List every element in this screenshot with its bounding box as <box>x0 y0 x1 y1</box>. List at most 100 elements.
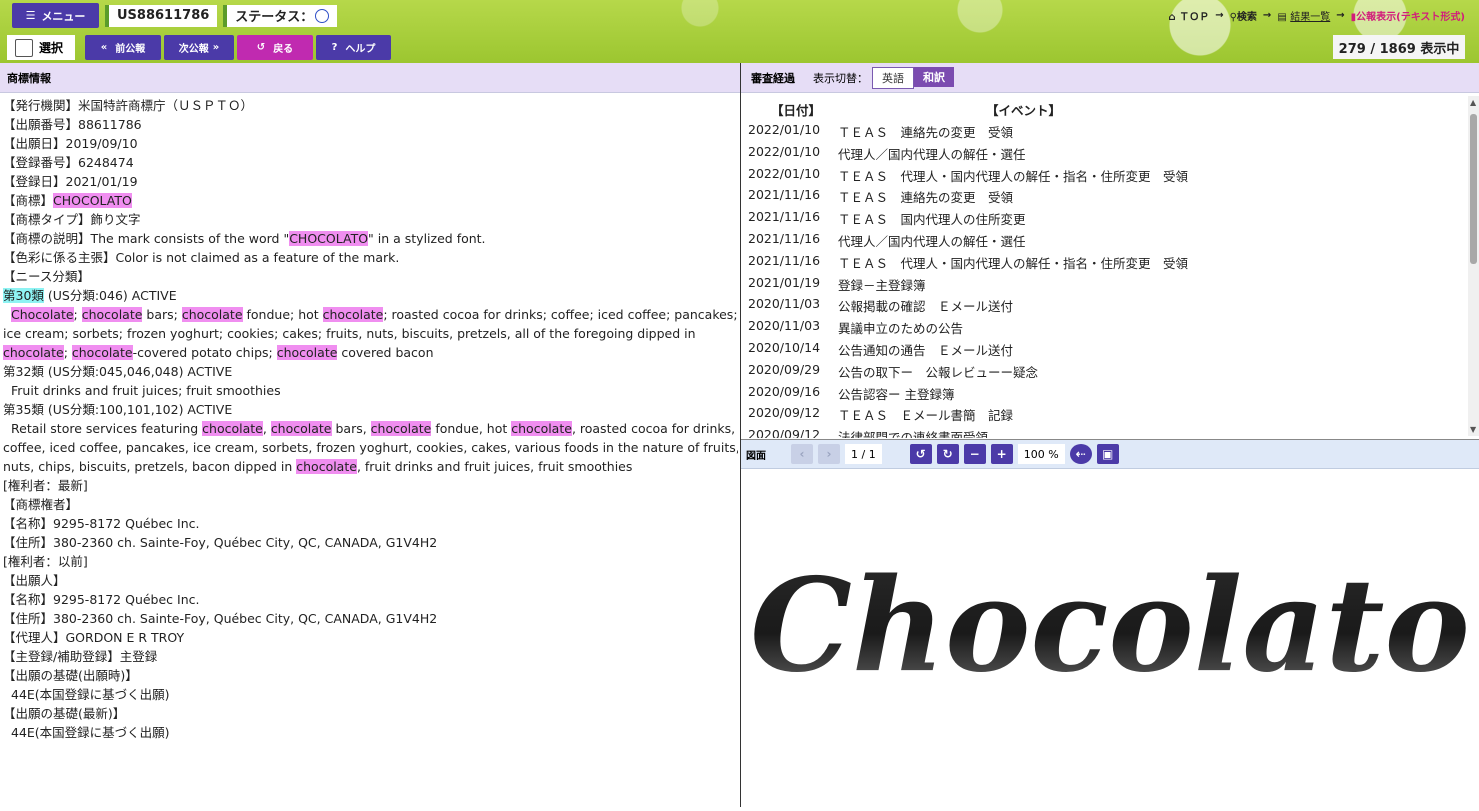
help-button[interactable]: ? ヘルプ <box>316 35 391 60</box>
history-row: 2022/01/10 ＴＥＡＳ 連絡先の変更 受領 <box>748 122 1013 141</box>
history-date: 2021/11/16 <box>748 209 821 225</box>
lang-ja-button[interactable]: 和訳 <box>914 66 954 87</box>
top-bar: ☰ メニュー US88611786 ステータス： ⌂ ＴＯＰ → ⚲検索 → ▤ … <box>0 0 1479 63</box>
info-line: 【登録日】2021/01/19 <box>3 174 138 189</box>
select-label: 選択 <box>39 41 64 55</box>
help-label: ヘルプ <box>345 44 376 55</box>
breadcrumb-search-label: 検索 <box>1236 12 1257 23</box>
menu-button[interactable]: ☰ メニュー <box>12 3 99 28</box>
select-checkbox[interactable]: 選択 <box>7 35 75 60</box>
next-button[interactable]: 次公報» <box>164 35 234 60</box>
history-date: 2022/01/10 <box>748 165 821 181</box>
prev-page-icon[interactable]: ‹ <box>791 444 813 464</box>
breadcrumb-search[interactable]: ⚲検索 <box>1230 8 1257 23</box>
breadcrumb-current-label: 公報表示(テキスト形式) <box>1356 12 1465 23</box>
history-date: 2020/09/29 <box>748 361 821 377</box>
trademark-info: 【発行機関】米国特許商標庁（ＵＳＰＴＯ） 【出願番号】88611786 【出願日】2… <box>0 96 738 807</box>
search-icon: ⚲ <box>1229 12 1237 23</box>
breadcrumb-current: ▮公報表示(テキスト形式) <box>1351 8 1465 23</box>
arrow-icon: → <box>1262 10 1272 21</box>
next-label: 次公報 <box>178 44 209 55</box>
breadcrumb-results[interactable]: ▤ 結果一覧 <box>1277 8 1330 23</box>
info-line: Fruit drinks and fruit juices; fruit smo… <box>11 383 281 398</box>
page-indicator: 1 / 1 <box>845 444 882 464</box>
history-event: ＴＥＡＳ 国内代理人の住所変更 <box>838 212 1026 228</box>
image-icon[interactable]: ▣ <box>1096 444 1119 464</box>
prev-label: 前公報 <box>115 44 146 55</box>
trademark-image: Chocolato <box>741 470 1479 807</box>
doc-id: US88611786 <box>117 8 210 23</box>
history-event: 公報掲載の確認 Ｅメール送付 <box>838 299 1014 315</box>
history-date: 2022/01/10 <box>748 143 821 159</box>
history-row: 2021/11/16 ＴＥＡＳ 代理人・国内代理人の解任・指名・住所変更 受領 <box>748 253 1188 272</box>
info-line: nuts, chips, biscuits, pretzels, bacon d… <box>3 459 633 474</box>
reset-icon[interactable]: ⇠ <box>1069 444 1092 464</box>
back-button[interactable]: ↺ 戻る <box>237 35 313 60</box>
zoom-level: 100 % <box>1017 444 1065 464</box>
history-row: 2021/11/16 ＴＥＡＳ 連絡先の変更 受領 <box>748 187 1013 206</box>
history-row: 2020/11/03 異議申立のための公告 <box>748 318 963 337</box>
history-date: 2020/09/12 <box>748 405 821 421</box>
toggle-label: 表示切替： <box>813 71 868 85</box>
info-line: chocolate; chocolate-covered potato chip… <box>3 345 434 360</box>
scroll-thumb[interactable] <box>1470 114 1477 264</box>
mark-svg: Chocolato <box>750 551 1470 701</box>
back-label: 戻る <box>273 44 294 55</box>
history-row: 2021/11/16 代理人／国内代理人の解任・選任 <box>748 231 1026 250</box>
history-row: 2020/09/29 公告の取下ー 公報レビューー疑念 <box>748 362 1038 381</box>
info-line: 【住所】380-2360 ch. Sainte-Foy, Québec City… <box>3 535 438 550</box>
arrow-icon: → <box>1336 10 1345 21</box>
history-event: 公告の取下ー 公報レビューー疑念 <box>838 364 1039 380</box>
history-event: ＴＥＡＳ 代理人・国内代理人の解任・指名・住所変更 受領 <box>838 255 1189 271</box>
history-event: ＴＥＡＳ 連絡先の変更 受領 <box>838 125 1014 140</box>
result-counter: 279 / 1869 表示中 <box>1333 35 1465 59</box>
undo-icon: ↺ <box>256 42 266 53</box>
info-line: 【出願人】 <box>3 573 66 588</box>
history-event: 公告認容ー 主登録簿 <box>838 386 955 402</box>
info-line: 第35類 (US分類:100,101,102) ACTIVE <box>3 402 233 417</box>
history-date: 2021/11/16 <box>748 231 821 246</box>
scrollbar[interactable]: ▲ ▼ <box>1468 96 1479 436</box>
scroll-up-icon[interactable]: ▲ <box>1470 98 1476 107</box>
info-line: 【商標の説明】The mark consists of the word "CH… <box>3 231 486 246</box>
history-row: 2021/11/16 ＴＥＡＳ 国内代理人の住所変更 <box>748 209 1026 228</box>
info-line: 【出願日】2019/09/10 <box>3 136 138 151</box>
history-event: 代理人／国内代理人の解任・選任 <box>838 146 1026 162</box>
home-icon: ⌂ <box>1168 12 1176 23</box>
history-date: 2020/09/12 <box>748 427 821 438</box>
zoom-in-icon[interactable]: + <box>990 444 1013 464</box>
left-panel-header: 商標情報 <box>0 63 740 93</box>
right-panel-header: 審査経過 表示切替： 英語 和訳 <box>741 63 1479 93</box>
lang-en-button[interactable]: 英語 <box>872 66 914 89</box>
history-event: ＴＥＡＳ Ｅメール書簡 記録 <box>838 408 1014 424</box>
status-chip: ステータス： <box>223 4 338 27</box>
history-row: 2021/01/19 登録－主登録簿 <box>748 275 926 294</box>
info-line: [権利者：以前] <box>3 554 88 569</box>
info-line: Retail store services featuring chocolat… <box>11 421 736 436</box>
prev-button[interactable]: « 前公報 <box>85 35 161 60</box>
left-panel-title: 商標情報 <box>7 71 51 85</box>
info-line: 【出願の基礎(最新)】 <box>3 706 126 721</box>
scroll-down-icon[interactable]: ▼ <box>1470 425 1476 434</box>
info-line: 第32類 (US分類:045,046,048) ACTIVE <box>3 364 233 379</box>
history-event: 登録－主登録簿 <box>838 277 926 293</box>
info-line: 【ニース分類】 <box>3 269 90 284</box>
info-line: 【住所】380-2360 ch. Sainte-Foy, Québec City… <box>3 611 438 626</box>
rotate-right-icon[interactable]: ↻ <box>936 444 959 464</box>
zoom-out-icon[interactable]: − <box>963 444 986 464</box>
history-event: 法律部門での連絡書面受領 <box>838 430 989 438</box>
history-event: 代理人／国内代理人の解任・選任 <box>838 234 1026 249</box>
info-line: 44E(本国登録に基づく出願) <box>11 725 170 740</box>
right-panel-title: 審査経過 <box>751 71 795 85</box>
history-event: ＴＥＡＳ 代理人・国内代理人の解任・指名・住所変更 受領 <box>838 168 1189 184</box>
history-row: 2022/01/10 ＴＥＡＳ 代理人・国内代理人の解任・指名・住所変更 受領 <box>748 166 1188 185</box>
next-page-icon[interactable]: › <box>818 444 840 464</box>
breadcrumb-top[interactable]: ⌂ ＴＯＰ <box>1169 8 1210 23</box>
info-line: 【名称】9295-8172 Québec Inc. <box>3 592 200 607</box>
arrow-icon: → <box>1215 10 1224 21</box>
info-line: Chocolate; chocolate bars; chocolate fon… <box>11 307 738 322</box>
info-line: 【出願番号】88611786 <box>3 117 142 132</box>
history-event: 異議申立のための公告 <box>838 321 964 337</box>
info-line: 【発行機関】米国特許商標庁（ＵＳＰＴＯ） <box>3 98 254 113</box>
rotate-left-icon[interactable]: ↺ <box>909 444 932 464</box>
